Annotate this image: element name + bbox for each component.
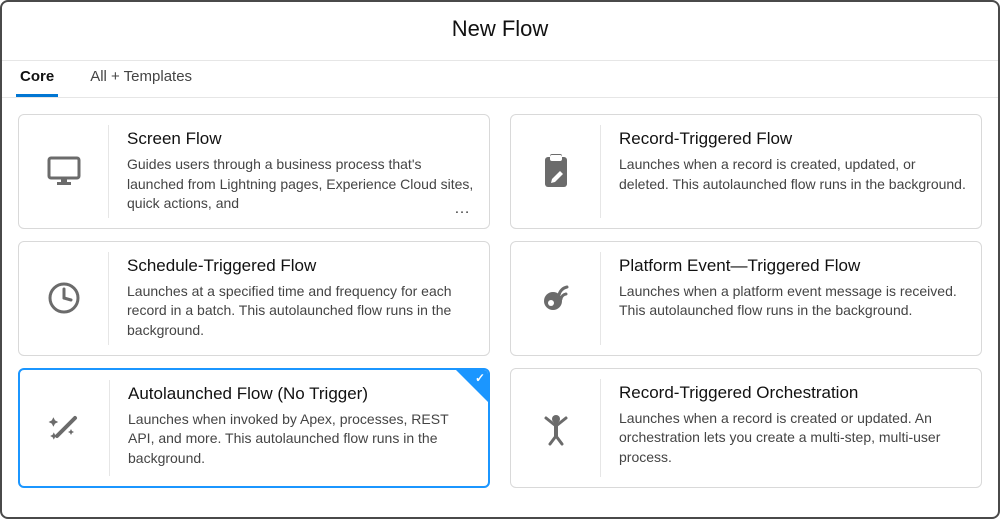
card-record-triggered-orchestration[interactable]: Record-Triggered Orchestration Launches …: [510, 368, 982, 488]
card-desc: Launches at a specified time and frequen…: [127, 282, 475, 341]
card-icon-col: [20, 380, 110, 476]
card-desc: Launches when a platform event message i…: [619, 282, 967, 321]
card-record-triggered-flow[interactable]: Record-Triggered Flow Launches when a re…: [510, 114, 982, 229]
card-text: Platform Event—Triggered Flow Launches w…: [601, 242, 981, 355]
card-icon-col: [19, 252, 109, 345]
wand-icon: [45, 408, 85, 448]
card-text: Screen Flow Guides users through a busin…: [109, 115, 489, 228]
card-icon-col: [511, 252, 601, 345]
clipboard-edit-icon: [536, 151, 576, 191]
check-icon: ✓: [475, 371, 485, 385]
card-schedule-triggered-flow[interactable]: Schedule-Triggered Flow Launches at a sp…: [18, 241, 490, 356]
card-screen-flow[interactable]: Screen Flow Guides users through a busin…: [18, 114, 490, 229]
card-text: Autolaunched Flow (No Trigger) Launches …: [110, 370, 488, 486]
dialog-title: New Flow: [2, 2, 998, 60]
new-flow-dialog: New Flow Core All + Templates Screen Flo…: [0, 0, 1000, 519]
card-title: Schedule-Triggered Flow: [127, 256, 475, 276]
monitor-icon: [44, 151, 84, 191]
satellite-icon: [536, 278, 576, 318]
tab-core[interactable]: Core: [16, 59, 58, 97]
card-title: Screen Flow: [127, 129, 475, 149]
card-platform-event-triggered-flow[interactable]: Platform Event—Triggered Flow Launches w…: [510, 241, 982, 356]
card-desc: Guides users through a business process …: [127, 155, 475, 214]
tab-bar: Core All + Templates: [2, 60, 998, 98]
card-icon-col: [511, 125, 601, 218]
card-desc: Launches when a record is created, updat…: [619, 155, 967, 194]
orchestration-icon: [536, 408, 576, 448]
card-desc: Launches when a record is created or upd…: [619, 409, 967, 468]
card-title: Platform Event—Triggered Flow: [619, 256, 967, 276]
card-icon-col: [19, 125, 109, 218]
tab-all-templates[interactable]: All + Templates: [86, 59, 196, 97]
flow-type-grid: Screen Flow Guides users through a busin…: [2, 98, 998, 504]
card-autolaunched-flow[interactable]: ✓ Autolaunched Flow (No Trigger) Launche…: [18, 368, 490, 488]
card-text: Record-Triggered Orchestration Launches …: [601, 369, 981, 487]
card-title: Autolaunched Flow (No Trigger): [128, 384, 474, 404]
clock-icon: [44, 278, 84, 318]
card-title: Record-Triggered Flow: [619, 129, 967, 149]
card-icon-col: [511, 379, 601, 477]
card-title: Record-Triggered Orchestration: [619, 383, 967, 403]
tab-label: Core: [20, 68, 54, 85]
card-text: Schedule-Triggered Flow Launches at a sp…: [109, 242, 489, 355]
card-desc: Launches when invoked by Apex, processes…: [128, 410, 474, 469]
tab-label: All + Templates: [90, 68, 192, 85]
card-text: Record-Triggered Flow Launches when a re…: [601, 115, 981, 228]
truncation-ellipsis: …: [454, 200, 471, 218]
